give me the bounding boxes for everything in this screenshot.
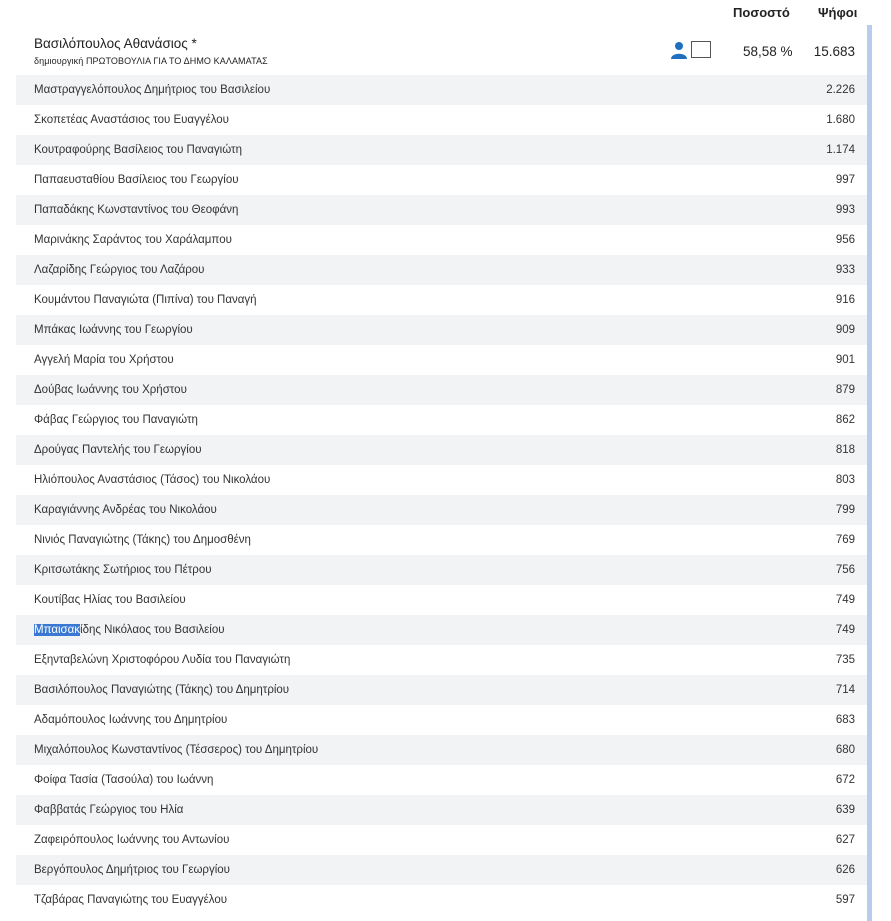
candidate-name: Φάβας Γεώργιος του Παναγιώτη <box>34 414 198 426</box>
candidate-votes: 769 <box>835 534 855 546</box>
candidate-name: Λαζαρίδης Γεώργιος του Λαζάρου <box>34 264 205 276</box>
candidate-name: Φαββατάς Γεώργιος του Ηλία <box>34 804 184 816</box>
candidate-name: Παπαδάκης Κωνσταντίνος του Θεοφάνη <box>34 204 239 216</box>
candidate-votes: 627 <box>835 834 855 846</box>
list-item: Λαζαρίδης Γεώργιος του Λαζάρου 933 <box>16 255 867 285</box>
scrollbar[interactable] <box>867 25 872 921</box>
list-item: Ζαφειρόπουλος Ιωάννης του Αντωνίου 627 <box>16 825 867 855</box>
candidate-name: Κριτσωτάκης Σωτήριος του Πέτρου <box>34 564 212 576</box>
list-item: Μαστραγγελόπουλος Δημήτριος του Βασιλείο… <box>16 75 867 105</box>
candidate-votes: 749 <box>835 594 855 606</box>
candidate-name-rest: ίδης Νικόλαος του Βασιλείου <box>80 624 225 636</box>
votes-column-header: Ψήφοι <box>818 5 858 20</box>
candidate-votes: 799 <box>835 504 855 516</box>
list-item: Βασιλόπουλος Παναγιώτης (Τάκης) του Δημη… <box>16 675 867 705</box>
candidate-name: Εξηνταβελώνη Χριστοφόρου Λυδία του Παναγ… <box>34 654 291 666</box>
list-item: Αγγελή Μαρία του Χρήστου 901 <box>16 345 867 375</box>
list-item: Φάβας Γεώργιος του Παναγιώτη 862 <box>16 405 867 435</box>
candidate-votes: 626 <box>835 864 855 876</box>
leader-row: Βασιλόπουλος Αθανάσιος * δημιουργική ΠΡΩ… <box>16 29 867 75</box>
candidate-votes: 1.680 <box>826 114 855 126</box>
candidate-name: Δρούγας Παντελής του Γεωργίου <box>34 444 202 456</box>
list-item: Καραγιάννης Ανδρέας του Νικολάου 799 <box>16 495 867 525</box>
list-item: Αδαμόπουλος Ιωάννης του Δημητρίου 683 <box>16 705 867 735</box>
candidate-name: Βεργόπουλος Δημήτριος του Γεωργίου <box>34 864 230 876</box>
list-item: Σκοπετέας Αναστάσιος του Ευαγγέλου 1.680 <box>16 105 867 135</box>
list-item: Μπάκας Ιωάννης του Γεωργίου 909 <box>16 315 867 345</box>
candidate-votes: 818 <box>835 444 855 456</box>
candidate-name: Τζαβάρας Παναγιώτης του Ευαγγέλου <box>34 894 228 906</box>
list-item: Δρούγας Παντελής του Γεωργίου 818 <box>16 435 867 465</box>
candidate-name: Παπαευσταθίου Βασίλειος του Γεωργίου <box>34 174 239 186</box>
list-item: Κουτίβας Ηλίας του Βασιλείου 749 <box>16 585 867 615</box>
candidate-name: Κουμάντου Παναγιώτα (Πιπίνα) του Παναγή <box>34 294 257 306</box>
selected-text: Μπαισακ <box>34 624 81 636</box>
candidate-votes: 862 <box>835 414 855 426</box>
candidate-name: Μαρινάκης Σαράντος του Χαράλαμπου <box>34 234 232 246</box>
candidate-votes: 956 <box>835 234 855 246</box>
list-item: Φοίφα Τασία (Τασούλα) του Ιωάννη 672 <box>16 765 867 795</box>
candidate-votes: 933 <box>835 264 855 276</box>
candidate-votes: 639 <box>835 804 855 816</box>
leader-party: δημιουργική ΠΡΩΤΟΒΟΥΛΙΑ ΓΙΑ ΤΟ ΔΗΜΟ ΚΑΛΑ… <box>34 56 268 66</box>
list-item: Μιχαλόπουλος Κωνσταντίνος (Τέσσερος) του… <box>16 735 867 765</box>
leader-name: Βασιλόπουλος Αθανάσιος * <box>34 36 197 51</box>
list-item: Κουμάντου Παναγιώτα (Πιπίνα) του Παναγή 9… <box>16 285 867 315</box>
person-icon <box>670 41 688 59</box>
candidate-votes: 993 <box>835 204 855 216</box>
candidate-name: Κουτίβας Ηλίας του Βασιλείου <box>34 594 186 606</box>
candidate-votes: 997 <box>835 174 855 186</box>
candidate-votes: 749 <box>835 624 855 636</box>
candidate-name: Αδαμόπουλος Ιωάννης του Δημητρίου <box>34 714 228 726</box>
list-item: Ηλιόπουλος Αναστάσιος (Τάσος) του Νικολά… <box>16 465 867 495</box>
list-item: Βεργόπουλος Δημήτριος του Γεωργίου 626 <box>16 855 867 885</box>
candidate-name: Ζαφειρόπουλος Ιωάννης του Αντωνίου <box>34 834 230 846</box>
list-item: Κουτραφούρης Βασίλειος του Παναγιώτη 1.17… <box>16 135 867 165</box>
candidate-votes: 916 <box>835 294 855 306</box>
list-item: Παπαευσταθίου Βασίλειος του Γεωργίου 997 <box>16 165 867 195</box>
candidate-name: Σκοπετέας Αναστάσιος του Ευαγγέλου <box>34 114 229 126</box>
leader-votes: 15.683 <box>813 44 855 59</box>
candidate-name: Καραγιάννης Ανδρέας του Νικολάου <box>34 504 217 516</box>
leader-percentage: 58,58 % <box>743 44 793 59</box>
candidate-votes: 672 <box>835 774 855 786</box>
candidate-votes: 714 <box>835 684 855 696</box>
list-item: Φαββατάς Γεώργιος του Ηλία 639 <box>16 795 867 825</box>
candidate-votes: 803 <box>835 474 855 486</box>
list-item: Εξηνταβελώνη Χριστοφόρου Λυδία του Παναγ… <box>16 645 867 675</box>
candidate-name: Αγγελή Μαρία του Χρήστου <box>34 354 174 366</box>
candidate-name: Μπάκας Ιωάννης του Γεωργίου <box>34 324 193 336</box>
candidate-votes: 909 <box>835 324 855 336</box>
candidate-votes: 597 <box>835 894 855 906</box>
list-item: Κριτσωτάκης Σωτήριος του Πέτρου 756 <box>16 555 867 585</box>
candidate-name: Ηλιόπουλος Αναστάσιος (Τάσος) του Νικολά… <box>34 474 271 486</box>
list-item: Δούβας Ιωάννης του Χρήστου 879 <box>16 375 867 405</box>
candidate-votes: 2.226 <box>826 84 855 96</box>
list-item: Μαρινάκης Σαράντος του Χαράλαμπου 956 <box>16 225 867 255</box>
candidate-name: Κουτραφούρης Βασίλειος του Παναγιώτη <box>34 144 242 156</box>
candidate-votes: 735 <box>835 654 855 666</box>
candidate-name: Μαστραγγελόπουλος Δημήτριος του Βασιλείο… <box>34 84 271 96</box>
candidate-name: Βασιλόπουλος Παναγιώτης (Τάκης) του Δημη… <box>34 684 290 696</box>
list-item: Τζαβάρας Παναγιώτης του Ευαγγέλου 597 <box>16 885 867 915</box>
candidate-votes: 1.174 <box>826 144 855 156</box>
list-item: Παπαδάκης Κωνσταντίνος του Θεοφάνη 993 <box>16 195 867 225</box>
candidate-name: Μιχαλόπουλος Κωνσταντίνος (Τέσσερος) του… <box>34 744 319 756</box>
candidate-votes: 901 <box>835 354 855 366</box>
candidate-votes: 879 <box>835 384 855 396</box>
candidate-votes: 680 <box>835 744 855 756</box>
candidate-name: Μπαισακίδης Νικόλαος του Βασιλείου <box>34 615 225 645</box>
percentage-column-header: Ποσοστό <box>733 5 790 20</box>
candidate-name: Φοίφα Τασία (Τασούλα) του Ιωάννη <box>34 774 214 786</box>
list-item: Νινιός Παναγιώτης (Τάκης) του Δημοσθένη 7… <box>16 525 867 555</box>
list-item: Μπαισακίδης Νικόλαος του Βασιλείου 749 <box>16 615 867 645</box>
candidate-votes: 756 <box>835 564 855 576</box>
candidate-votes: 683 <box>835 714 855 726</box>
party-logo-box-icon <box>691 41 711 58</box>
candidate-name: Νινιός Παναγιώτης (Τάκης) του Δημοσθένη <box>34 534 251 546</box>
candidate-name: Δούβας Ιωάννης του Χρήστου <box>34 384 187 396</box>
candidate-list: Μαστραγγελόπουλος Δημήτριος του Βασιλείο… <box>16 75 867 915</box>
